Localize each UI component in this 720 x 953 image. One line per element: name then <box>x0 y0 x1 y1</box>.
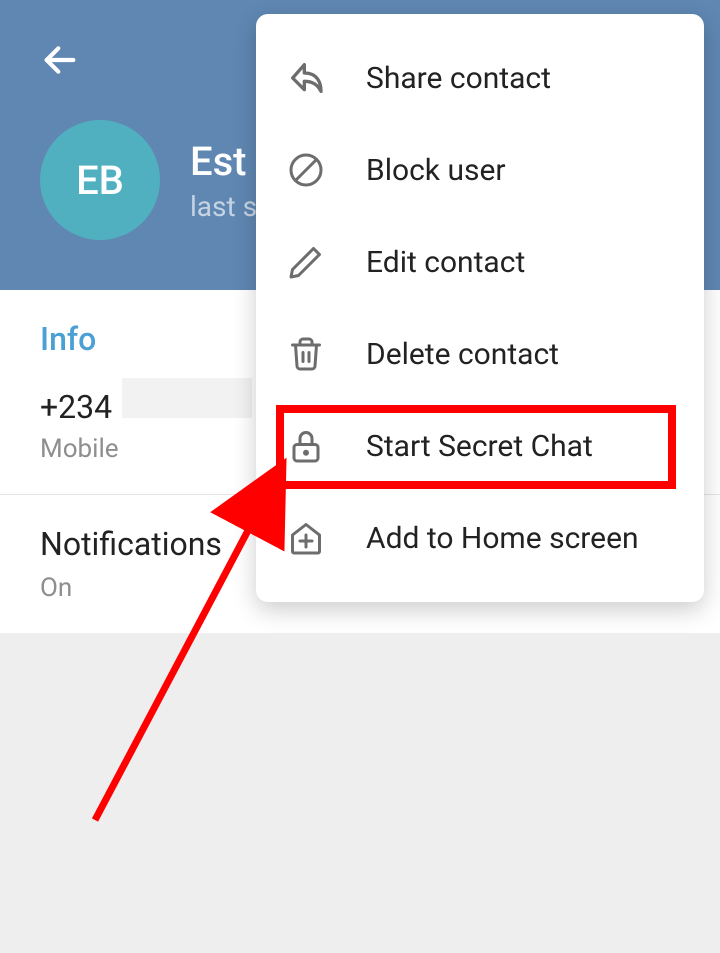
trash-icon <box>286 334 326 374</box>
profile-name: Est <box>190 138 257 185</box>
home-plus-icon <box>286 518 326 558</box>
block-icon <box>286 150 326 190</box>
context-menu: Share contact Block user Edit contact <box>256 14 704 602</box>
menu-item-label: Edit contact <box>366 245 525 280</box>
menu-item-block-user[interactable]: Block user <box>256 124 704 216</box>
profile-status: last s <box>190 190 257 223</box>
share-icon <box>286 58 326 98</box>
back-button[interactable] <box>40 40 80 80</box>
menu-item-label: Start Secret Chat <box>366 429 593 464</box>
avatar[interactable]: EB <box>40 120 160 240</box>
menu-item-label: Share contact <box>366 61 551 96</box>
menu-item-label: Delete contact <box>366 337 559 372</box>
menu-item-edit-contact[interactable]: Edit contact <box>256 216 704 308</box>
menu-item-add-home-screen[interactable]: Add to Home screen <box>256 492 704 584</box>
profile-section: EB Est last s <box>40 120 257 240</box>
menu-item-label: Block user <box>366 153 506 188</box>
menu-item-label: Add to Home screen <box>366 521 639 556</box>
edit-icon <box>286 242 326 282</box>
menu-item-start-secret-chat[interactable]: Start Secret Chat <box>256 400 704 492</box>
menu-item-delete-contact[interactable]: Delete contact <box>256 308 704 400</box>
phone-redacted <box>122 378 252 418</box>
phone-number: +234 <box>40 388 112 426</box>
lock-icon <box>286 426 326 466</box>
back-arrow-icon <box>40 40 80 80</box>
menu-item-share-contact[interactable]: Share contact <box>256 32 704 124</box>
